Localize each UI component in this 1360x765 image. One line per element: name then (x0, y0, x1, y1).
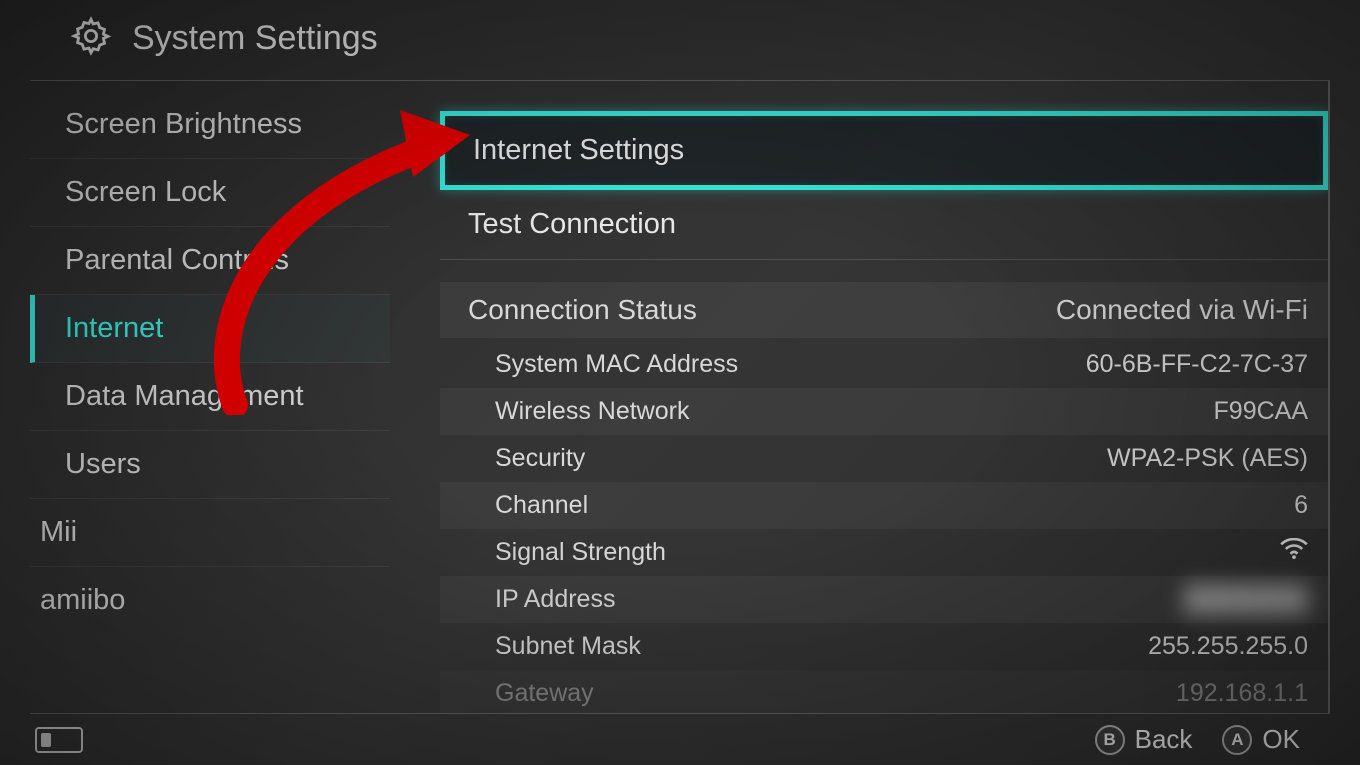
test-connection-item[interactable]: Test Connection (440, 190, 1328, 260)
info-row-ip: IP Address ███████ (440, 576, 1328, 623)
sidebar-item-mii[interactable]: Mii (30, 499, 390, 567)
main-panel: Internet Settings Test Connection Connec… (390, 81, 1330, 713)
internet-settings-item[interactable]: Internet Settings (440, 111, 1328, 190)
sidebar-item-amiibo[interactable]: amiibo (30, 567, 390, 634)
info-row-channel: Channel 6 (440, 482, 1328, 529)
gear-icon (70, 15, 112, 62)
connection-status-value: Connected via Wi-Fi (1056, 294, 1308, 326)
sidebar-item-internet[interactable]: Internet (30, 295, 390, 363)
info-row-security: Security WPA2-PSK (AES) (440, 435, 1328, 482)
sidebar-item-screen-lock[interactable]: Screen Lock (30, 159, 390, 227)
ok-button[interactable]: A OK (1222, 724, 1300, 755)
connection-status-header: Connection Status Connected via Wi-Fi (440, 282, 1328, 338)
section-title: Connection Status (468, 294, 697, 326)
a-button-icon: A (1222, 725, 1252, 755)
sidebar-item-screen-brightness[interactable]: Screen Brightness (30, 91, 390, 159)
b-button-icon: B (1095, 725, 1125, 755)
header: System Settings (30, 0, 1330, 81)
sidebar-item-data-management[interactable]: Data Management (30, 363, 390, 431)
connection-details: System MAC Address 60-6B-FF-C2-7C-37 Wir… (440, 341, 1328, 713)
sidebar-item-users[interactable]: Users (30, 431, 390, 499)
sidebar-item-parental-controls[interactable]: Parental Controls (30, 227, 390, 295)
sidebar: Screen Brightness Screen Lock Parental C… (30, 81, 390, 713)
info-row-signal: Signal Strength (440, 529, 1328, 576)
info-row-subnet: Subnet Mask 255.255.255.0 (440, 623, 1328, 670)
back-button[interactable]: B Back (1095, 724, 1193, 755)
info-row-gateway: Gateway 192.168.1.1 (440, 670, 1328, 713)
page-title: System Settings (132, 19, 378, 58)
info-row-mac: System MAC Address 60-6B-FF-C2-7C-37 (440, 341, 1328, 388)
wifi-icon (1280, 538, 1308, 567)
controller-icon (35, 727, 83, 753)
info-row-wireless: Wireless Network F99CAA (440, 388, 1328, 435)
footer: B Back A OK (30, 713, 1330, 765)
